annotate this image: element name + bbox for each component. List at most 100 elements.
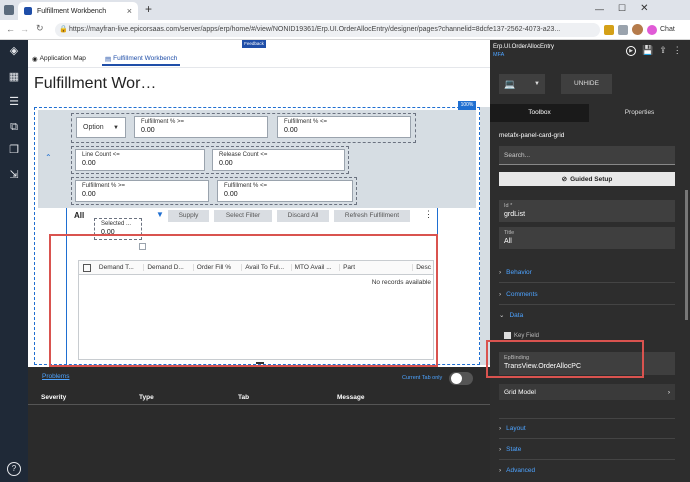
map-icon: ◉ xyxy=(32,55,38,63)
search-input[interactable]: Search... xyxy=(499,146,675,165)
close-tab-icon[interactable]: × xyxy=(127,6,132,16)
fulfillment-max-field[interactable]: Fulfillment % <= 0.00 xyxy=(277,116,411,138)
guided-setup-icon: ⊘ xyxy=(561,176,568,183)
field-label: Title xyxy=(504,230,515,236)
field-value: 0.00 xyxy=(82,191,96,198)
window-menu-icon[interactable] xyxy=(4,5,14,15)
supply-button[interactable]: Supply xyxy=(168,210,209,222)
feedback-label: Feedback xyxy=(244,41,264,46)
title-field[interactable]: Title All xyxy=(499,227,675,249)
tab-toolbox[interactable]: Toolbox xyxy=(490,104,589,122)
extension-icon[interactable] xyxy=(604,24,614,35)
chevron-down-icon: ⌄ xyxy=(499,312,505,319)
collapse-icon[interactable]: ⌃ xyxy=(45,153,52,162)
copilot-icon[interactable] xyxy=(647,24,657,35)
browser-tab-title: Fulfillment Workbench xyxy=(37,7,107,15)
fulfillment-min-field-2[interactable]: Fulfillment % >= 0.00 xyxy=(75,180,209,202)
checklist-icon[interactable]: ☰ xyxy=(7,95,21,109)
reload-icon[interactable]: ↻ xyxy=(36,23,44,34)
field-value: 0.00 xyxy=(284,127,298,134)
pages-icon[interactable]: ❐ xyxy=(7,143,21,157)
guided-setup-label: Guided Setup xyxy=(570,175,613,183)
component-name: metafx-panel-card-grid xyxy=(499,132,565,139)
url-field[interactable]: 🔒 https://mayfran-live.epicorsaas.com/se… xyxy=(55,23,600,37)
app-favicon-icon xyxy=(24,7,32,15)
favorites-icon[interactable] xyxy=(618,24,628,35)
device-select[interactable]: 💻 ▼ xyxy=(499,74,545,94)
problems-panel: Problems Current Tab only Severity Type … xyxy=(28,367,490,482)
fulfillment-max-field-2[interactable]: Fulfillment % <= 0.00 xyxy=(217,180,353,202)
option-select[interactable]: Option ▼ xyxy=(76,117,126,138)
section-data[interactable]: ⌄ Data xyxy=(499,311,675,320)
chevron-right-icon: › xyxy=(499,467,502,474)
filter-icon[interactable]: ▼ xyxy=(156,210,164,219)
section-advanced[interactable]: › Advanced xyxy=(499,467,675,474)
fulfillment-min-field[interactable]: Fulfillment % >= 0.00 xyxy=(134,116,268,138)
chat-label[interactable]: Chat xyxy=(660,26,675,33)
browser-tab[interactable]: Fulfillment Workbench × xyxy=(18,2,138,20)
select-filter-button[interactable]: Select Filter xyxy=(214,210,272,222)
forward-icon[interactable]: → xyxy=(20,24,29,34)
section-behavior[interactable]: › Behavior xyxy=(499,269,675,276)
properties-panel: Erp.UI.OrderAllocEntry MFA ▶ 💾 ⇪ ⋮ 💻 ▼ U… xyxy=(486,40,690,482)
panel-subtitle: MFA xyxy=(493,52,505,58)
right-gutter xyxy=(480,107,490,365)
save-icon[interactable]: 💾 xyxy=(642,45,653,56)
close-window-icon[interactable]: ✕ xyxy=(640,3,648,14)
unhide-button[interactable]: UNHIDE xyxy=(561,74,612,94)
panel-title: Erp.UI.OrderAllocEntry xyxy=(493,44,555,50)
chevron-right-icon: › xyxy=(499,425,502,432)
key-field[interactable]: Key Field xyxy=(504,332,539,339)
id-field[interactable]: Id * grdList xyxy=(499,200,675,222)
minimize-icon[interactable]: — xyxy=(595,4,604,14)
tab-label: Fulfillment Workbench xyxy=(113,55,178,62)
profile-avatar[interactable] xyxy=(632,24,643,35)
divider xyxy=(499,282,675,283)
section-label: Layout xyxy=(506,425,526,432)
section-comments[interactable]: › Comments xyxy=(499,291,675,298)
guided-setup-button[interactable]: ⊘ Guided Setup xyxy=(499,172,675,186)
dropdown-caret-icon: ▼ xyxy=(534,81,540,87)
maximize-icon[interactable]: ☐ xyxy=(618,3,626,14)
tab-fulfillment-workbench[interactable]: ▤ Fulfillment Workbench xyxy=(102,53,181,66)
section-layout[interactable]: › Layout xyxy=(499,425,675,432)
problems-header-row: Severity Type Tab Message xyxy=(41,394,481,401)
divider xyxy=(499,459,675,460)
back-icon[interactable]: ← xyxy=(6,24,15,34)
line-count-field[interactable]: Line Count <= 0.00 xyxy=(75,149,205,171)
refresh-fulfillment-button[interactable]: Refresh Fulfillment xyxy=(334,210,410,222)
key-field-label: Key Field xyxy=(514,332,540,339)
field-label: Line Count <= xyxy=(82,152,120,158)
field-label: Release Count <= xyxy=(219,152,268,158)
left-nav-rail: ◈ ▦ ☰ ⧉ ❐ ⇲ ? xyxy=(0,40,28,482)
feedback-button[interactable]: Feedback xyxy=(242,40,266,48)
publish-icon[interactable]: ⇪ xyxy=(659,45,667,56)
more-icon[interactable]: ⋮ xyxy=(673,45,682,56)
col-type: Type xyxy=(139,394,154,401)
grid-model-row[interactable]: Grid Model › xyxy=(499,384,675,400)
more-options-icon[interactable]: ⋮ xyxy=(424,209,433,220)
panel-scrollbar[interactable] xyxy=(685,190,688,320)
discard-all-button[interactable]: Discard All xyxy=(277,210,329,222)
divider xyxy=(499,418,675,419)
section-state[interactable]: › State xyxy=(499,446,675,453)
release-count-field[interactable]: Release Count <= 0.00 xyxy=(212,149,345,171)
layout-icon[interactable]: ▦ xyxy=(7,70,21,84)
preview-icon[interactable]: ▶ xyxy=(626,45,636,56)
new-tab-button[interactable]: + xyxy=(145,2,152,16)
tab-properties[interactable]: Properties xyxy=(589,104,690,122)
export-icon[interactable]: ⇲ xyxy=(7,168,21,182)
field-label: Id * xyxy=(504,203,513,209)
tab-application-map[interactable]: ◉ Application Map xyxy=(32,53,86,64)
help-icon[interactable]: ? xyxy=(7,462,21,476)
tab-problems[interactable]: Problems xyxy=(42,373,69,380)
field-label: Fulfillment % <= xyxy=(224,183,268,189)
section-label: Advanced xyxy=(506,467,536,474)
page-title: Fulfillment Wor… xyxy=(34,75,157,92)
browser-tab-bar: Fulfillment Workbench × + — ☐ ✕ xyxy=(0,0,690,20)
section-label: Data xyxy=(509,311,524,319)
col-message: Message xyxy=(337,394,365,401)
component-icon[interactable]: ⧉ xyxy=(7,120,21,134)
current-tab-only-toggle[interactable] xyxy=(449,372,473,385)
layers-icon[interactable]: ◈ xyxy=(7,44,21,58)
